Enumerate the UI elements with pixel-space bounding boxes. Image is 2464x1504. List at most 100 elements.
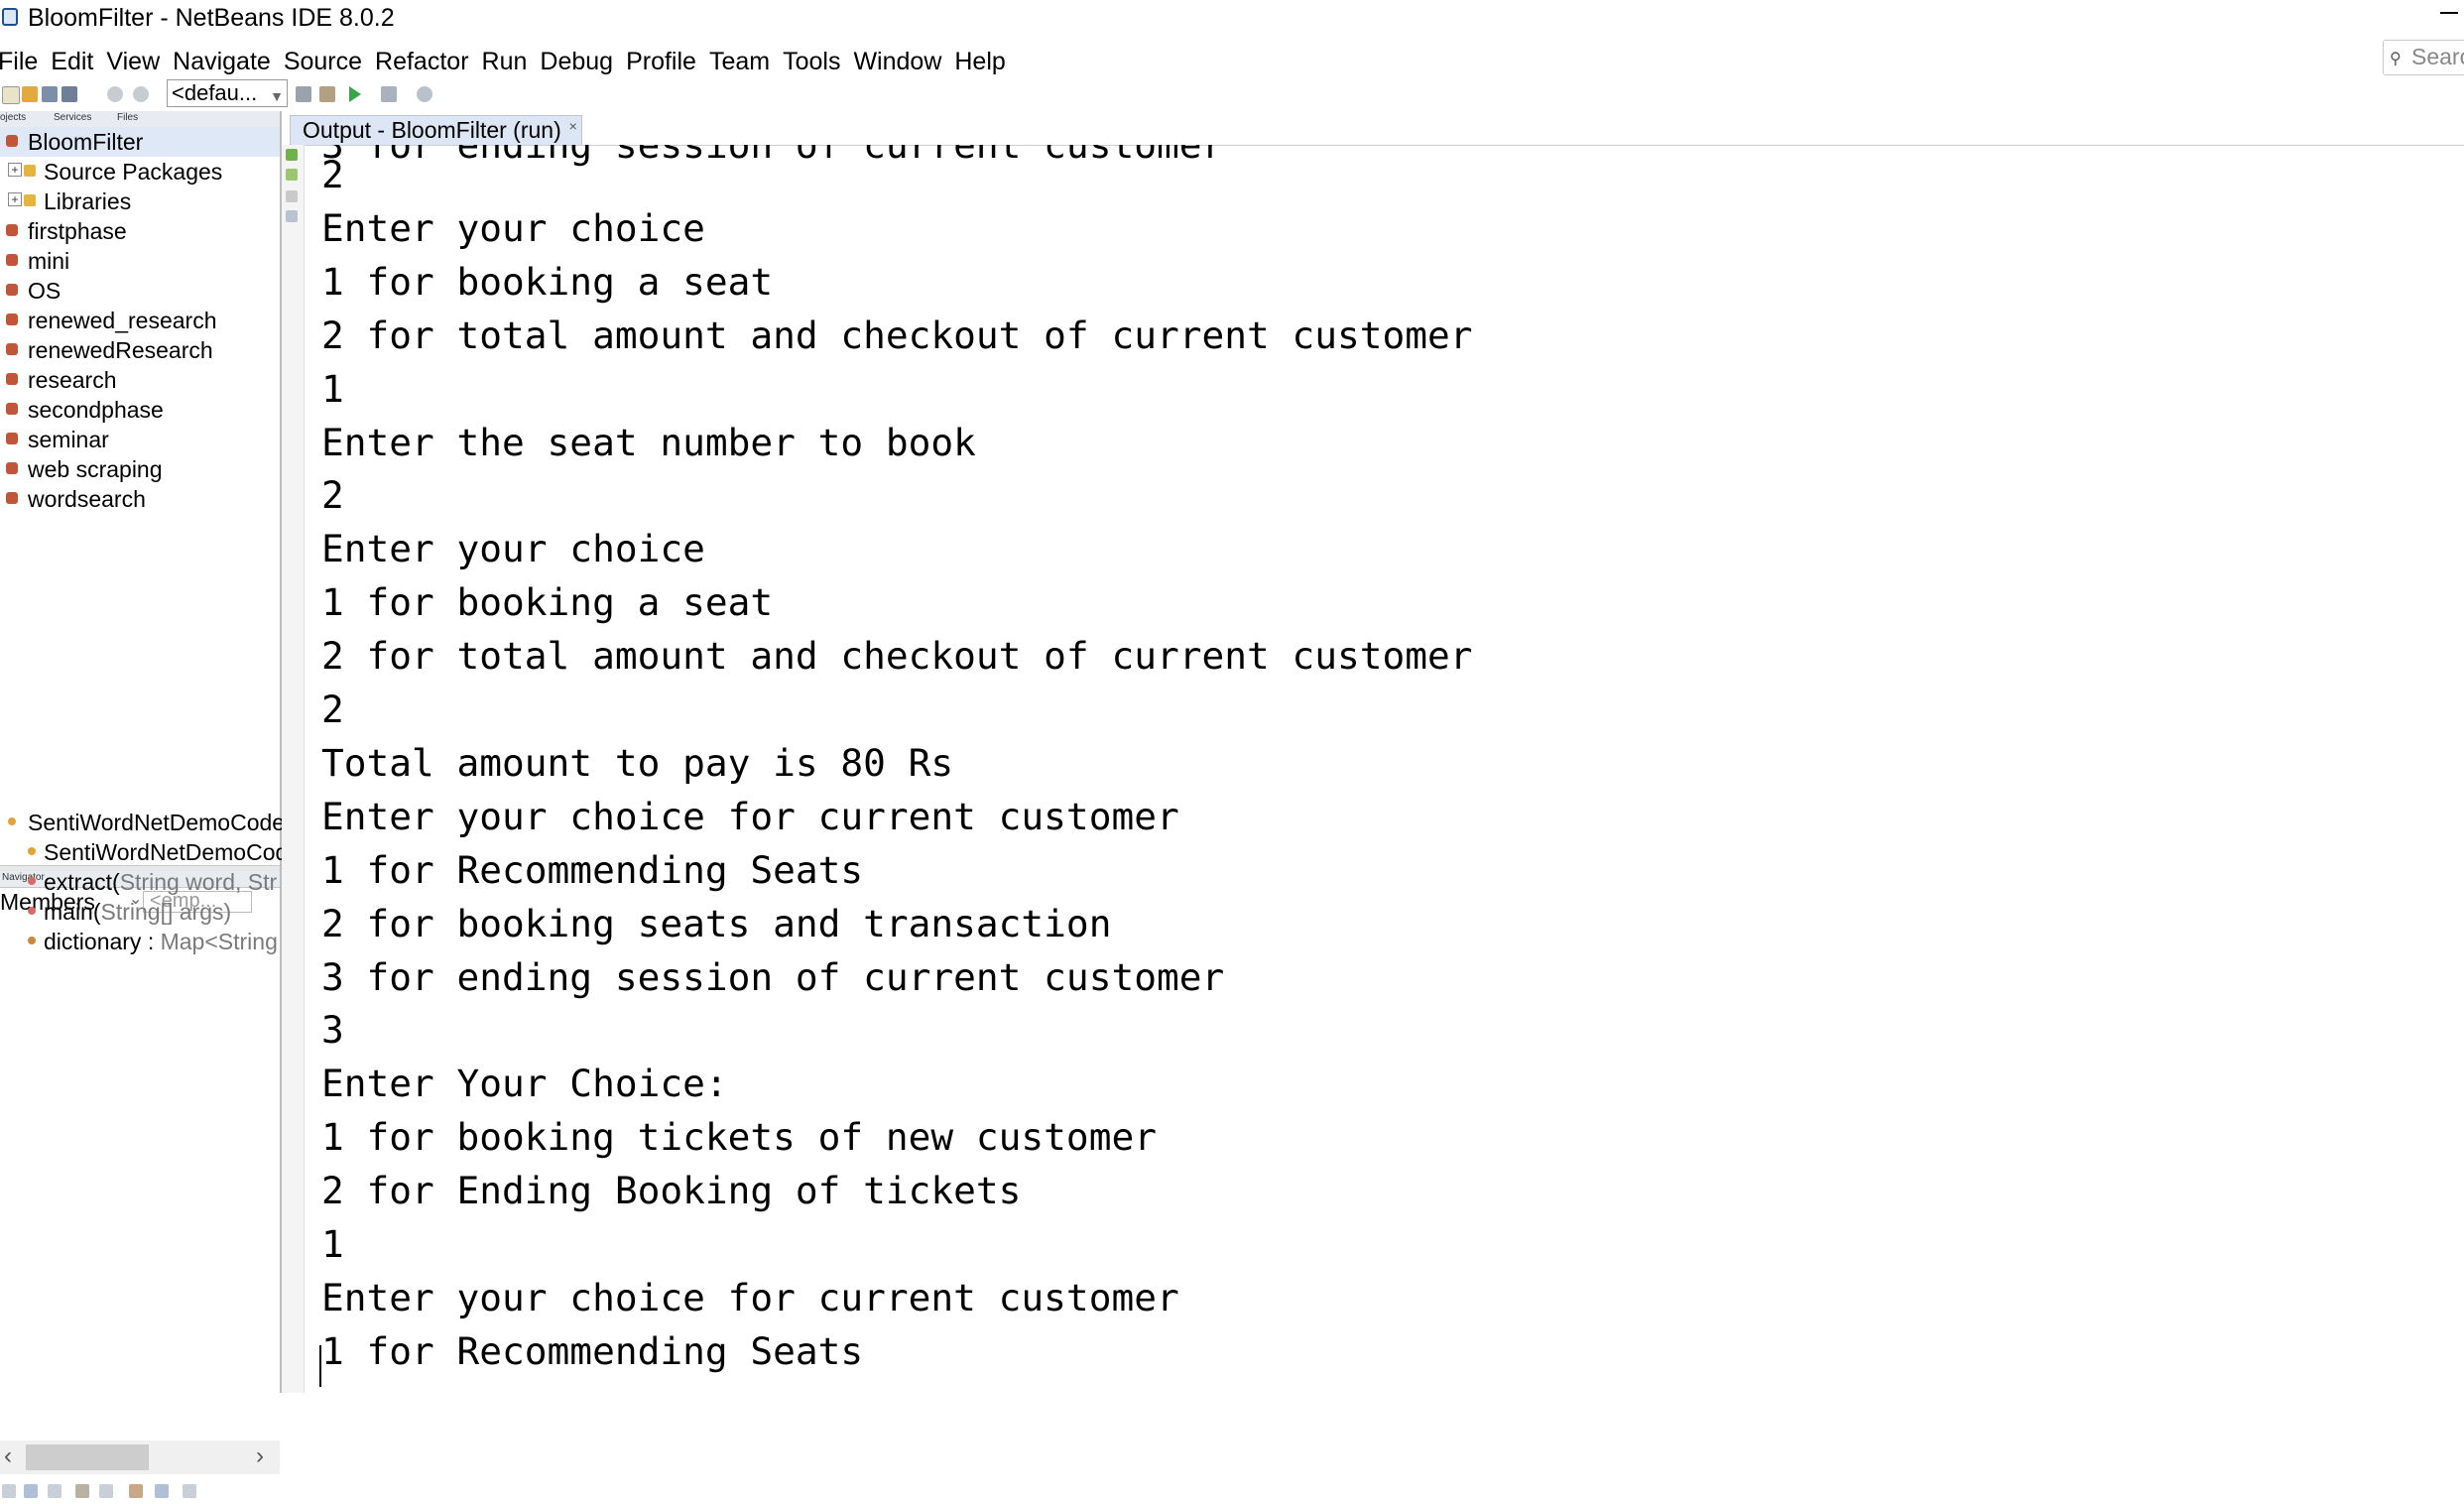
- scroll-right-icon[interactable]: ›: [256, 1442, 264, 1470]
- chevron-down-icon: ▼: [270, 88, 284, 104]
- horizontal-scrollbar[interactable]: ‹ ›: [0, 1441, 280, 1474]
- scrollbar-thumb[interactable]: [26, 1444, 149, 1470]
- expand-icon[interactable]: +: [8, 192, 22, 206]
- console-line: Enter your choice for current customer: [321, 1275, 1179, 1319]
- navigator-item[interactable]: SentiWordNetDemoCode: [0, 808, 285, 837]
- menu-view[interactable]: View: [106, 44, 160, 79]
- project-icon: [6, 224, 18, 236]
- menu-profile[interactable]: Profile: [626, 44, 696, 79]
- new-project-icon[interactable]: [22, 86, 38, 102]
- filter-icon[interactable]: [48, 1484, 62, 1498]
- close-icon[interactable]: ×: [569, 118, 577, 134]
- navigator-item-name: dictionary :: [44, 929, 161, 954]
- navigator-item-name: main(: [44, 899, 101, 925]
- menu-debug[interactable]: Debug: [540, 44, 613, 79]
- project-tree-item[interactable]: renewed_research: [0, 306, 280, 335]
- project-tree-item[interactable]: research: [0, 365, 280, 395]
- console-line: Enter your choice for current customer: [321, 794, 1179, 838]
- rerun-with-options-icon[interactable]: [286, 169, 298, 181]
- console-line: 1 for booking a seat: [321, 259, 774, 304]
- redo-icon[interactable]: [133, 86, 149, 102]
- project-tree-item[interactable]: renewedResearch: [0, 335, 280, 365]
- sort-icon[interactable]: [183, 1484, 196, 1498]
- navigator-item-name: SentiWordNetDemoCod: [44, 839, 289, 865]
- minimize-button[interactable]: [2436, 0, 2462, 30]
- stop-icon[interactable]: [286, 190, 298, 202]
- console-line: 2 for Ending Booking of tickets: [321, 1169, 1022, 1213]
- navigator-item-label: extract(String word, Str: [44, 867, 277, 897]
- sort-icon[interactable]: [155, 1484, 169, 1498]
- console-line: Enter Your Choice:: [321, 1062, 728, 1106]
- project-tree-item[interactable]: firstphase: [0, 216, 280, 246]
- tab-projects[interactable]: Projects: [0, 112, 26, 124]
- console-line: 1: [321, 366, 344, 411]
- menu-window[interactable]: Window: [853, 44, 941, 79]
- project-tree-item[interactable]: OS: [0, 276, 280, 306]
- expand-icon[interactable]: +: [8, 163, 22, 177]
- open-project-icon[interactable]: [42, 86, 58, 102]
- clean-build-icon[interactable]: [319, 86, 335, 102]
- menu-team[interactable]: Team: [709, 44, 770, 79]
- profile-icon[interactable]: [417, 86, 432, 102]
- project-tree-item[interactable]: secondphase: [0, 395, 280, 425]
- output-side-toolbar: [282, 145, 305, 1393]
- tab-files[interactable]: Files: [117, 112, 138, 124]
- menu-edit[interactable]: Edit: [51, 44, 93, 79]
- project-icon: [6, 492, 18, 504]
- project-tree-item[interactable]: web scraping: [0, 454, 280, 484]
- output-console[interactable]: 3 for ending session of current customer…: [309, 145, 2462, 1393]
- navigator-item[interactable]: extract(String word, Str: [0, 867, 280, 897]
- project-tree-item[interactable]: seminar: [0, 425, 280, 454]
- filter-icon[interactable]: [24, 1484, 38, 1498]
- project-tree-item[interactable]: wordsearch: [0, 484, 280, 514]
- project-tree-label: Source Packages: [44, 159, 223, 185]
- filter-icon[interactable]: [75, 1484, 89, 1498]
- project-tree-label: Libraries: [44, 188, 132, 214]
- configuration-select[interactable]: <defau... ▼: [167, 79, 288, 107]
- search-box[interactable]: ⚲ Search: [2383, 40, 2464, 75]
- search-icon: ⚲: [2390, 51, 2402, 67]
- filter-icon[interactable]: [2, 1484, 16, 1498]
- menu-navigate[interactable]: Navigate: [173, 44, 271, 79]
- build-icon[interactable]: [296, 86, 311, 102]
- scroll-left-icon[interactable]: ‹: [4, 1442, 12, 1470]
- navigator-item-label: main(String[] args): [44, 897, 231, 927]
- project-tree-item[interactable]: mini: [0, 246, 280, 276]
- menu-help[interactable]: Help: [954, 44, 1005, 79]
- debug-icon[interactable]: [381, 86, 397, 102]
- filter-icon[interactable]: [129, 1484, 143, 1498]
- output-tab-bar: Output - BloomFilter (run) ×: [282, 111, 2464, 146]
- navigator-item[interactable]: SentiWordNetDemoCod: [0, 837, 288, 867]
- method-icon: [28, 907, 36, 915]
- filter-icon[interactable]: [99, 1484, 113, 1498]
- menu-refactor[interactable]: Refactor: [375, 44, 468, 79]
- project-icon: [6, 313, 18, 325]
- menu-source[interactable]: Source: [284, 44, 362, 79]
- netbeans-app-icon: [2, 8, 18, 26]
- new-file-icon[interactable]: [2, 86, 20, 104]
- project-tree-label: secondphase: [28, 397, 164, 423]
- save-all-icon[interactable]: [62, 86, 77, 102]
- project-tree-item[interactable]: BloomFilter: [0, 127, 280, 157]
- project-tree-label: renewed_research: [28, 308, 217, 333]
- project-tree-item[interactable]: + Source Packages: [0, 157, 280, 187]
- menu-file[interactable]: File: [0, 44, 38, 79]
- navigator-toolbar: [0, 1480, 280, 1504]
- console-line: 2: [321, 688, 344, 731]
- projects-panel-tabs: Projects Services Files: [0, 111, 280, 128]
- menu-run[interactable]: Run: [482, 44, 528, 79]
- rerun-icon[interactable]: [286, 149, 298, 161]
- navigator-item[interactable]: main(String[] args): [0, 897, 280, 927]
- navigator-item[interactable]: dictionary : Map<String: [0, 927, 280, 956]
- tab-output[interactable]: Output - BloomFilter (run) ×: [290, 115, 582, 145]
- project-tree-item[interactable]: + Libraries: [0, 187, 280, 216]
- title-bar: BloomFilter - NetBeans IDE 8.0.2: [0, 0, 2464, 36]
- project-icon: [6, 284, 18, 296]
- menu-tools[interactable]: Tools: [783, 44, 840, 79]
- tab-services[interactable]: Services: [54, 112, 91, 124]
- run-icon[interactable]: [349, 86, 361, 102]
- clear-output-icon[interactable]: [286, 210, 298, 222]
- project-icon: [6, 403, 18, 415]
- undo-icon[interactable]: [107, 86, 123, 102]
- console-line: 2: [321, 473, 344, 518]
